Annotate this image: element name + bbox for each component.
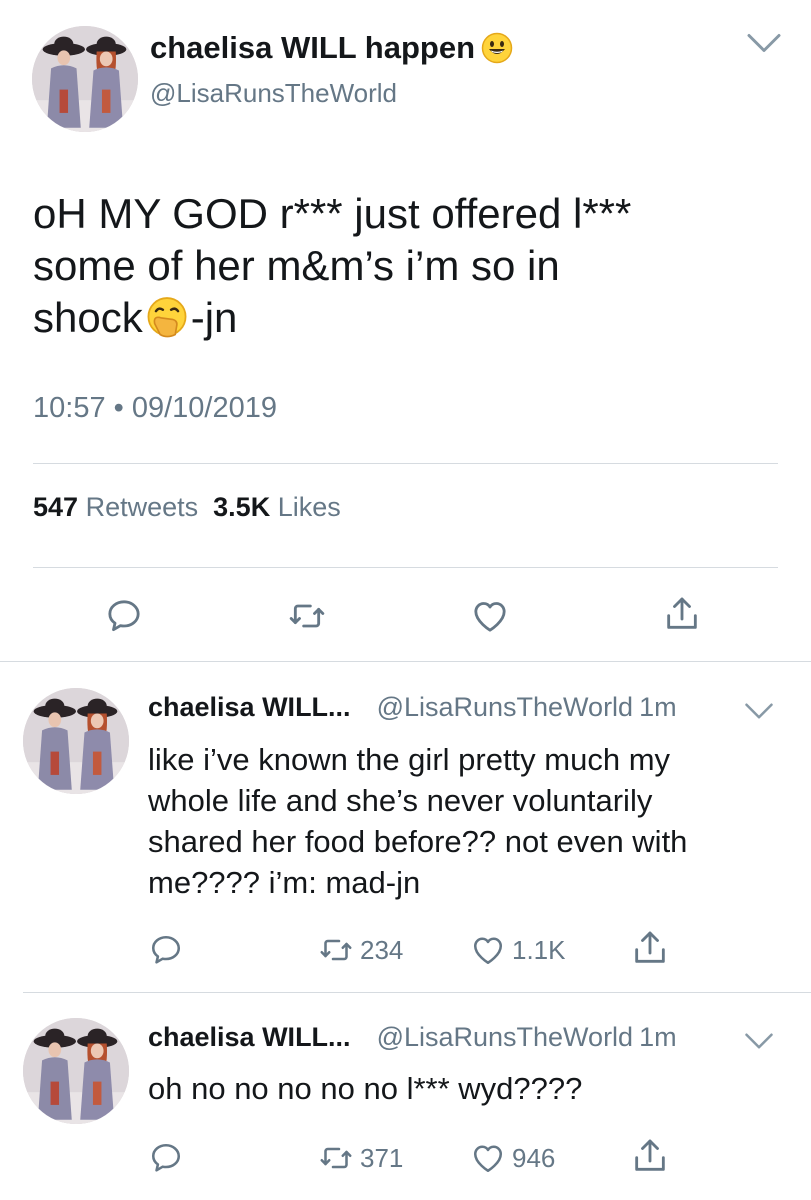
user-handle[interactable]: @LisaRunsTheWorld — [150, 78, 397, 109]
smiley-emoji-icon — [481, 32, 513, 64]
reply-time: 1m — [639, 692, 677, 722]
user-handle[interactable]: @LisaRunsTheWorld — [377, 1022, 634, 1052]
share-button[interactable] — [630, 928, 676, 968]
like-button[interactable]: 946 — [470, 1138, 555, 1178]
like-count: 946 — [512, 1142, 556, 1173]
display-name[interactable]: chaelisa WILL happen — [150, 30, 513, 66]
reply-icon — [148, 932, 184, 968]
share-icon — [630, 928, 670, 968]
reply-icon[interactable] — [104, 596, 144, 636]
like-icon — [470, 1140, 506, 1176]
avatar-image — [23, 688, 129, 794]
chevron-down-icon[interactable] — [746, 28, 782, 58]
avatar-image — [32, 26, 138, 132]
reply-button[interactable] — [148, 930, 190, 970]
likes-stat[interactable]: 3.5K Likes — [213, 492, 341, 522]
display-name[interactable]: chaelisa WILL... — [148, 1022, 351, 1052]
avatar[interactable] — [32, 26, 138, 132]
reply-text: oh no no no no no l*** wyd???? — [148, 1071, 583, 1106]
share-icon[interactable] — [662, 594, 702, 634]
reply-text: like i’ve known the girl pretty much my … — [148, 742, 688, 900]
retweet-button[interactable]: 234 — [318, 930, 403, 970]
chevron-down-icon[interactable] — [744, 1028, 774, 1054]
divider — [0, 661, 811, 662]
hand-over-mouth-emoji-icon — [145, 296, 189, 340]
reply-button[interactable] — [148, 1138, 190, 1178]
user-handle[interactable]: @LisaRunsTheWorld — [377, 692, 634, 722]
retweet-button[interactable]: 371 — [318, 1138, 403, 1178]
tweet-timestamp: 10:57 • 09/10/2019 — [33, 392, 277, 424]
tweet-stats: 547 Retweets 3.5K Likes — [33, 492, 341, 523]
retweets-stat[interactable]: 547 Retweets — [33, 492, 198, 522]
avatar[interactable] — [23, 688, 129, 794]
divider — [33, 567, 778, 568]
tweet-text: oH MY GOD r*** just offered l*** some of… — [33, 190, 632, 341]
reply-header: chaelisa WILL... @LisaRunsTheWorld 1m — [148, 692, 677, 723]
retweet-count: 371 — [360, 1142, 404, 1173]
like-count: 1.1K — [512, 934, 566, 965]
retweet-icon — [318, 1140, 354, 1176]
avatar[interactable] — [23, 1018, 129, 1124]
chevron-down-icon[interactable] — [744, 698, 774, 724]
share-icon — [630, 1136, 670, 1176]
reply-time: 1m — [639, 1022, 677, 1052]
display-name[interactable]: chaelisa WILL... — [148, 692, 351, 722]
share-button[interactable] — [630, 1136, 676, 1176]
retweet-count: 234 — [360, 934, 404, 965]
divider — [23, 992, 811, 993]
retweet-icon[interactable] — [287, 596, 327, 636]
divider — [33, 463, 778, 464]
like-button[interactable]: 1.1K — [470, 930, 566, 970]
like-icon[interactable] — [470, 596, 510, 636]
reply-icon — [148, 1140, 184, 1176]
avatar-image — [23, 1018, 129, 1124]
like-icon — [470, 932, 506, 968]
retweet-icon — [318, 932, 354, 968]
reply-header: chaelisa WILL... @LisaRunsTheWorld 1m — [148, 1022, 677, 1053]
